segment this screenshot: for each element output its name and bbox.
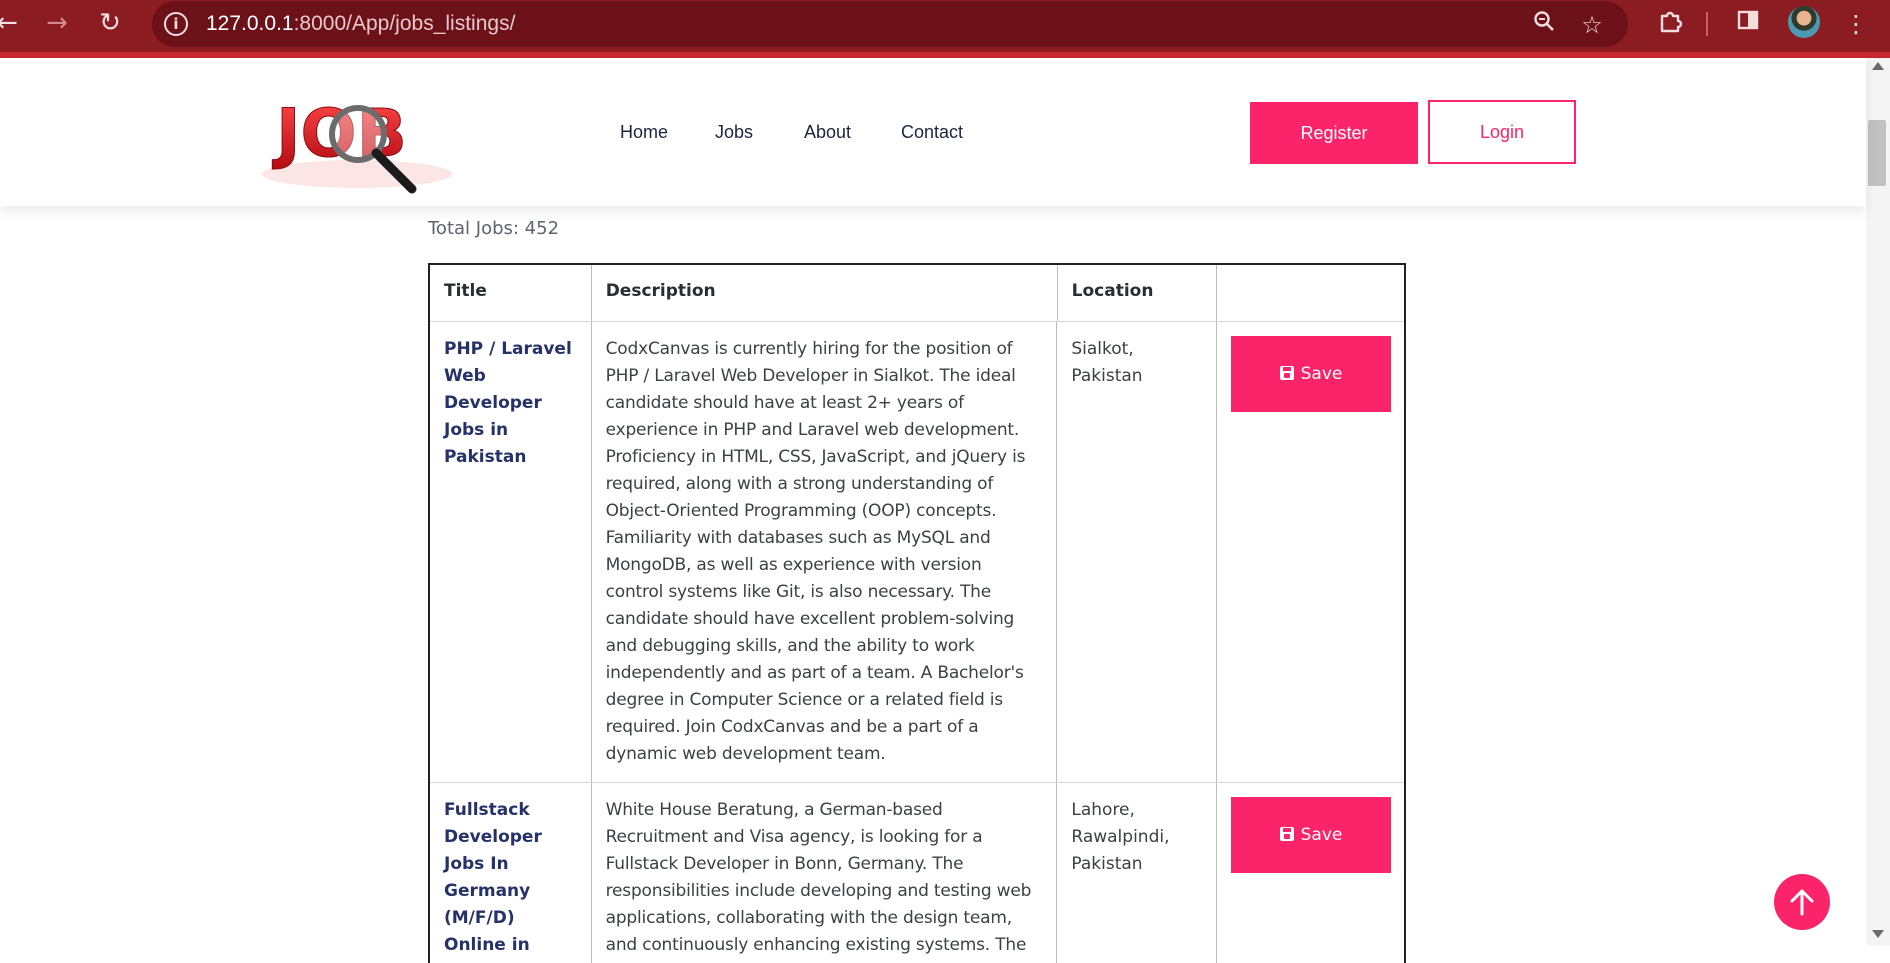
login-button[interactable]: Login bbox=[1428, 100, 1576, 164]
back-arrow-icon[interactable]: ← bbox=[0, 8, 22, 38]
address-bar[interactable]: i 127.0.0.1:8000/App/jobs_listings/ ☆ bbox=[152, 1, 1628, 47]
register-button[interactable]: Register bbox=[1250, 102, 1418, 164]
total-jobs-count: 452 bbox=[524, 218, 560, 239]
nav-about[interactable]: About bbox=[804, 122, 851, 143]
job-description: CodxCanvas is currently hiring for the p… bbox=[605, 339, 1026, 764]
zoom-icon[interactable] bbox=[1528, 9, 1560, 41]
job-location: Sialkot, Pakistan bbox=[1071, 339, 1143, 386]
job-description: White House Beratung, a German-based Rec… bbox=[605, 800, 1032, 955]
total-jobs: Total Jobs: 452 bbox=[428, 218, 559, 239]
job-title-link[interactable]: Fullstack Developer Jobs In Germany (M/F… bbox=[444, 797, 577, 963]
column-header-title: Title bbox=[430, 265, 592, 321]
job-title-link[interactable]: PHP / Laravel Web Developer Jobs in Paki… bbox=[444, 336, 577, 471]
nav-home[interactable]: Home bbox=[620, 122, 668, 143]
menu-dots-icon[interactable]: ⋮ bbox=[1840, 8, 1872, 40]
job-location: Lahore, Rawalpindi, Pakistan bbox=[1071, 800, 1170, 874]
nav-jobs[interactable]: Jobs bbox=[715, 122, 753, 143]
toolbar-separator bbox=[1706, 12, 1708, 36]
jobs-table: Title Description Location PHP / Laravel… bbox=[428, 263, 1406, 963]
profile-avatar[interactable] bbox=[1788, 6, 1820, 38]
extensions-icon[interactable] bbox=[1654, 8, 1686, 40]
total-jobs-label: Total Jobs: bbox=[428, 218, 525, 239]
bookmark-star-icon[interactable]: ☆ bbox=[1576, 9, 1608, 41]
browser-toolbar: ← → ↻ i 127.0.0.1:8000/App/jobs_listings… bbox=[0, 0, 1890, 58]
side-panel-icon[interactable] bbox=[1732, 8, 1764, 40]
nav-contact[interactable]: Contact bbox=[901, 122, 963, 143]
floppy-disk-icon bbox=[1279, 827, 1294, 841]
site-info-icon[interactable]: i bbox=[164, 12, 188, 36]
save-job-button[interactable]: Save bbox=[1231, 336, 1391, 412]
scroll-up-arrow-icon[interactable] bbox=[1872, 62, 1884, 70]
address-url[interactable]: 127.0.0.1:8000/App/jobs_listings/ bbox=[206, 12, 515, 36]
back-to-top-button[interactable] bbox=[1774, 874, 1830, 930]
scrollbar-thumb[interactable] bbox=[1868, 120, 1886, 186]
job-logo[interactable]: JOB bbox=[262, 86, 492, 204]
site-header: JOB Home Jobs About Contact Register Log… bbox=[0, 58, 1866, 206]
url-path: :8000/App/jobs_listings/ bbox=[293, 12, 516, 35]
floppy-disk-icon bbox=[1279, 366, 1294, 380]
column-header-description: Description bbox=[592, 265, 1058, 321]
save-button-label: Save bbox=[1300, 364, 1343, 384]
table-row: Fullstack Developer Jobs In Germany (M/F… bbox=[430, 783, 1404, 963]
save-job-button[interactable]: Save bbox=[1231, 797, 1391, 873]
table-row: PHP / Laravel Web Developer Jobs in Paki… bbox=[430, 322, 1404, 783]
reload-icon[interactable]: ↻ bbox=[95, 8, 125, 38]
page-scrollbar[interactable] bbox=[1866, 58, 1890, 946]
arrow-up-icon bbox=[1790, 889, 1814, 916]
column-header-location: Location bbox=[1058, 265, 1218, 321]
save-button-label: Save bbox=[1300, 825, 1343, 845]
table-header-row: Title Description Location bbox=[430, 265, 1404, 322]
forward-arrow-icon[interactable]: → bbox=[42, 8, 72, 38]
scroll-down-arrow-icon[interactable] bbox=[1872, 930, 1884, 938]
column-header-actions bbox=[1217, 265, 1404, 321]
url-host: 127.0.0.1 bbox=[206, 12, 294, 35]
